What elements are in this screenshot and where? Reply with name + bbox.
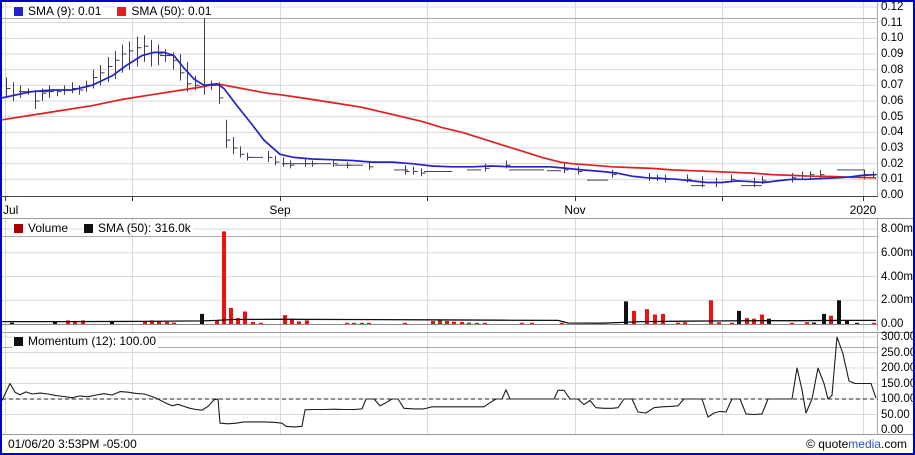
x-axis-label: Sep — [269, 203, 291, 217]
brand-suffix: .com — [880, 437, 907, 451]
x-axis-tick — [132, 197, 133, 201]
timestamp: 01/06/20 3:53PM -05:00 — [8, 437, 137, 451]
legend-item-sma9: SMA (9): 0.01 — [12, 4, 104, 18]
momentum-legend: Momentum (12): 100.00 — [12, 334, 159, 348]
y-axis-label: 0.10 — [881, 32, 904, 45]
x-axis-tick — [427, 197, 428, 201]
y-axis-label: 0.09 — [881, 48, 904, 60]
y-axis-label: 8.00m — [881, 223, 913, 235]
y-axis-label: 6.00m — [881, 246, 913, 259]
y-axis-label: 2.00m — [881, 294, 913, 307]
y-axis-label: 0.08 — [881, 63, 904, 76]
volume-legend: Volume SMA (50): 316.0k — [12, 221, 193, 235]
y-axis-label: 0.00 — [881, 424, 904, 436]
price-panel: SMA (9): 0.01 SMA (50): 0.01 — [2, 2, 913, 197]
x-axis: Jul Sep Nov 2020 — [2, 197, 913, 218]
footer: 01/06/20 3:53PM -05:00 © quotemedia.com — [2, 434, 913, 453]
y-axis-label: 4.00m — [881, 270, 913, 283]
x-axis-tick — [5, 197, 6, 201]
y-axis-label: 0.11 — [881, 16, 903, 29]
y-axis-label: 0.02 — [881, 157, 904, 170]
x-axis-tick — [575, 197, 576, 201]
y-axis-label: 250.00 — [881, 346, 915, 359]
y-axis-label: 300.00 — [881, 331, 915, 343]
stock-chart-widget: SMA (9): 0.01 SMA (50): 0.01 Jul Sep Nov 20… — [0, 0, 915, 455]
volume-panel: Volume SMA (50): 316.0k — [2, 218, 913, 331]
volume-swatch-icon — [14, 223, 23, 233]
y-axis-label: 50.00 — [881, 408, 910, 421]
brand-prefix: © quote — [806, 437, 849, 451]
y-axis-label: 0.01 — [881, 173, 904, 186]
y-axis-label: 0.05 — [881, 110, 904, 123]
y-axis-label: 0.00 — [881, 318, 904, 330]
x-axis-label: Jul — [3, 203, 19, 217]
price-legend: SMA (9): 0.01 SMA (50): 0.01 — [12, 4, 214, 18]
y-axis-label: 0.07 — [881, 79, 904, 92]
y-axis-label: 0.03 — [881, 142, 904, 154]
x-axis-label: Nov — [564, 203, 586, 217]
legend-item-volume: Volume — [12, 221, 71, 235]
x-axis-tick — [280, 197, 281, 201]
momentum-plot[interactable] — [2, 333, 878, 434]
volume-legend-label: Volume — [28, 221, 69, 235]
sma50-legend-label: SMA (50): 0.01 — [131, 4, 212, 18]
y-axis-label: 150.00 — [881, 377, 915, 390]
volume-plot[interactable] — [2, 219, 878, 331]
y-axis-label: 100.00 — [881, 393, 915, 405]
momentum-panel: Momentum (12): 100.00 — [2, 332, 913, 434]
quotemedia-link[interactable]: © quotemedia.com — [806, 437, 907, 451]
legend-item-volume-sma50: SMA (50): 316.0k — [82, 221, 193, 235]
volume-sma50-legend-label: SMA (50): 316.0k — [98, 221, 191, 235]
price-plot[interactable] — [2, 2, 878, 197]
legend-item-sma50: SMA (50): 0.01 — [115, 4, 214, 18]
momentum-legend-label: Momentum (12): 100.00 — [28, 334, 157, 348]
volume-sma50-swatch-icon — [84, 223, 94, 233]
brand-highlight: media — [848, 437, 881, 451]
x-axis-label: 2020 — [849, 203, 877, 217]
y-axis-label: 0.04 — [881, 126, 904, 139]
y-axis-label: 0.06 — [881, 95, 904, 107]
sma9-legend-label: SMA (9): 0.01 — [28, 4, 102, 18]
momentum-swatch-icon — [14, 336, 23, 346]
legend-item-momentum: Momentum (12): 100.00 — [12, 334, 159, 348]
y-axis-label: 200.00 — [881, 362, 915, 374]
y-axis-label: 0.12 — [881, 1, 904, 13]
sma9-swatch-icon — [14, 6, 23, 16]
sma50-swatch-icon — [117, 6, 127, 16]
x-axis-tick — [863, 197, 864, 201]
x-axis-tick — [722, 197, 723, 201]
y-axis-label: 0.00 — [881, 189, 904, 201]
